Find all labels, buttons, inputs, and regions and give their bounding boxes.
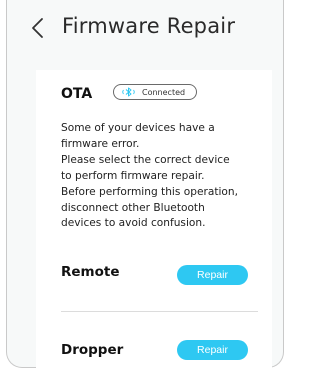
error-message: Some of your devices have a firmware err… — [61, 121, 271, 232]
message-line: disconnect other Bluetooth — [61, 201, 205, 214]
message-line: devices to avoid confusion. — [61, 217, 206, 230]
back-button[interactable] — [30, 17, 46, 39]
repair-remote-button[interactable]: Repair — [177, 265, 248, 285]
repair-card: OTA Connected Some of your devices have … — [36, 70, 272, 373]
message-line: Please select the correct device — [61, 153, 230, 166]
message-line: to perform firmware repair. — [61, 169, 205, 182]
repair-dropper-button[interactable]: Repair — [177, 340, 248, 360]
bluetooth-icon — [121, 87, 136, 97]
device-name-remote: Remote — [61, 264, 120, 280]
ota-label: OTA — [61, 86, 93, 102]
device-name-dropper: Dropper — [61, 342, 124, 358]
page-title: Firmware Repair — [62, 14, 236, 38]
status-text: Connected — [142, 87, 186, 97]
message-line: firmware error. — [61, 137, 140, 150]
status-badge: Connected — [113, 84, 197, 100]
message-line: Before performing this operation, — [61, 185, 238, 198]
chevron-left-icon — [32, 18, 43, 38]
divider — [61, 311, 258, 312]
message-line: Some of your devices have a — [61, 122, 215, 134]
